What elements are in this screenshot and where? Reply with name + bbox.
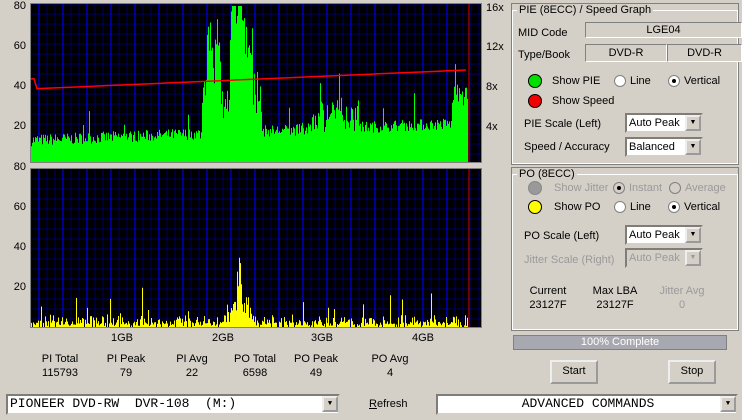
accuracy-select[interactable]: Balanced ▼ bbox=[625, 137, 703, 157]
po-y-tick: 80 bbox=[13, 161, 26, 173]
chevron-down-icon: ▼ bbox=[685, 115, 701, 131]
current-lba: Current 23127F bbox=[529, 285, 567, 311]
x-tick: 4GB bbox=[412, 332, 435, 344]
accuracy-label: Speed / Accuracy bbox=[524, 141, 610, 153]
stat-pi-total: PI Total 115793 bbox=[41, 353, 79, 379]
max-lba: Max LBA 23127F bbox=[592, 285, 638, 311]
stat-po-peak: PO Peak 49 bbox=[293, 353, 339, 379]
chevron-down-icon: ▼ bbox=[322, 396, 338, 412]
jitter-instant-label: Instant bbox=[629, 182, 663, 194]
po-scale-select[interactable]: Auto Peak ▼ bbox=[625, 225, 703, 245]
x-tick: 1GB bbox=[111, 332, 134, 344]
pie-line-radio[interactable] bbox=[614, 75, 626, 87]
pie-vertical-label: Vertical bbox=[684, 75, 721, 87]
pie-y-tick: 80 bbox=[13, 0, 26, 12]
jitter-scale-label: Jitter Scale (Right) bbox=[524, 254, 615, 266]
po-panel-title: PO (8ECC) bbox=[519, 168, 575, 180]
show-pie-toggle[interactable] bbox=[528, 74, 542, 88]
show-speed-toggle[interactable] bbox=[528, 94, 542, 108]
speed-tick: 12x bbox=[486, 41, 504, 53]
pie-y-tick: 40 bbox=[13, 80, 26, 92]
jitter-average-radio[interactable] bbox=[669, 182, 681, 194]
jitter-scale-select[interactable]: Auto Peak ▼ bbox=[625, 248, 703, 268]
show-jitter-label: Show Jitter bbox=[554, 182, 609, 194]
pie-y-tick: 20 bbox=[13, 120, 26, 132]
show-speed-label: Show Speed bbox=[552, 95, 615, 107]
book-value: DVD-R bbox=[667, 44, 742, 62]
po-y-tick: 60 bbox=[13, 201, 26, 213]
speed-tick: 16x bbox=[486, 2, 504, 14]
stat-po-avg: PO Avg 4 bbox=[371, 353, 409, 379]
jitter-instant-radio[interactable] bbox=[613, 182, 625, 194]
pie-line-label: Line bbox=[630, 75, 651, 87]
show-po-label: Show PO bbox=[554, 201, 601, 213]
pie-scale-select[interactable]: Auto Peak ▼ bbox=[625, 113, 703, 133]
chevron-down-icon: ▼ bbox=[685, 250, 701, 266]
jitter-avg: Jitter Avg 0 bbox=[659, 285, 705, 311]
po-vertical-radio[interactable] bbox=[668, 201, 680, 213]
stop-button[interactable]: Stop bbox=[668, 360, 716, 384]
stat-pi-avg: PI Avg 22 bbox=[176, 353, 208, 379]
stat-pi-peak: PI Peak 79 bbox=[106, 353, 146, 379]
advanced-commands-select[interactable]: ADVANCED COMMANDS ▼ bbox=[436, 394, 738, 415]
show-jitter-toggle[interactable] bbox=[528, 181, 542, 195]
chevron-down-icon: ▼ bbox=[720, 396, 736, 412]
po-vertical-label: Vertical bbox=[684, 201, 721, 213]
speed-tick: 4x bbox=[486, 121, 498, 133]
pie-scale-label: PIE Scale (Left) bbox=[524, 118, 602, 130]
type-label: Type/Book bbox=[518, 49, 570, 61]
stat-po-total: PO Total 6598 bbox=[234, 353, 276, 379]
pie-chart bbox=[30, 3, 482, 163]
chevron-down-icon: ▼ bbox=[685, 139, 701, 155]
po-y-tick: 20 bbox=[13, 281, 26, 293]
pie-panel-title: PIE (8ECC) / Speed Graph bbox=[519, 4, 652, 16]
x-tick: 2GB bbox=[212, 332, 235, 344]
drive-select[interactable]: PIONEER DVD-RW DVR-108 (M:) ▼ bbox=[6, 394, 340, 415]
mid-label: MID Code bbox=[518, 27, 568, 39]
progress-bar: 100% Complete bbox=[513, 335, 727, 350]
po-bars bbox=[31, 257, 468, 327]
po-line-label: Line bbox=[630, 201, 651, 213]
chevron-down-icon: ▼ bbox=[685, 227, 701, 243]
po-y-tick: 40 bbox=[13, 241, 26, 253]
po-chart bbox=[30, 168, 482, 328]
pie-y-tick: 60 bbox=[13, 40, 26, 52]
pie-vertical-radio[interactable] bbox=[668, 75, 680, 87]
jitter-average-label: Average bbox=[685, 182, 726, 194]
show-pie-label: Show PIE bbox=[552, 75, 601, 87]
show-po-toggle[interactable] bbox=[528, 200, 542, 214]
start-button[interactable]: Start bbox=[550, 360, 598, 384]
refresh-button[interactable]: Refresh bbox=[369, 398, 408, 410]
type-value: DVD-R bbox=[585, 44, 667, 62]
po-scale-label: PO Scale (Left) bbox=[524, 230, 600, 242]
x-tick: 3GB bbox=[311, 332, 334, 344]
po-line-radio[interactable] bbox=[614, 201, 626, 213]
mid-value: LGE04 bbox=[585, 22, 742, 38]
speed-tick: 8x bbox=[486, 81, 498, 93]
